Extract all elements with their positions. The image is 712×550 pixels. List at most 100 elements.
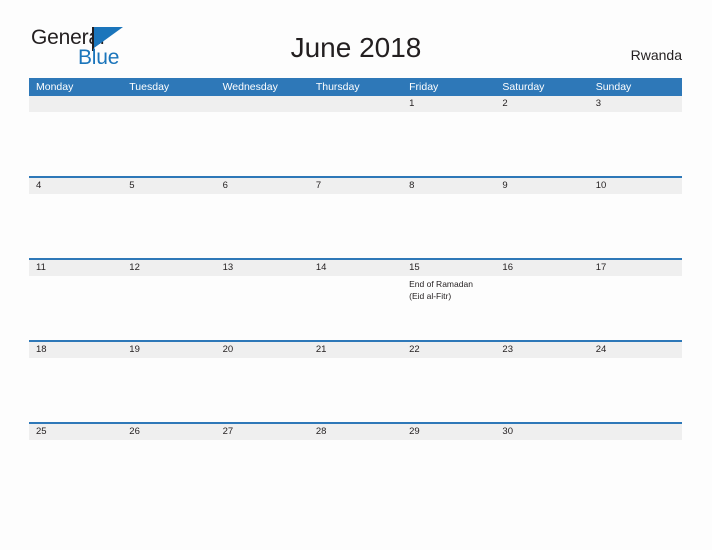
day-number[interactable]: 15: [402, 260, 495, 276]
day-cell[interactable]: [29, 358, 122, 422]
day-cell[interactable]: [495, 194, 588, 258]
day-cell[interactable]: [402, 440, 495, 504]
day-cell[interactable]: [29, 440, 122, 504]
day-number-empty: [29, 96, 122, 112]
day-number[interactable]: 26: [122, 424, 215, 440]
event-text: End of Ramadan: [409, 279, 473, 289]
day-number[interactable]: 13: [216, 260, 309, 276]
week-body-row: [29, 358, 682, 422]
day-number[interactable]: 25: [29, 424, 122, 440]
day-number[interactable]: 6: [216, 178, 309, 194]
day-number[interactable]: 8: [402, 178, 495, 194]
day-of-week-saturday: Saturday: [502, 81, 545, 93]
day-number-empty: [589, 424, 682, 440]
day-cell[interactable]: [122, 194, 215, 258]
page-header: General Blue June 2018 Rwanda: [0, 0, 712, 76]
day-cell[interactable]: [589, 276, 682, 340]
day-number-empty: [216, 96, 309, 112]
day-cell[interactable]: [122, 440, 215, 504]
calendar-weeks: 1 2 3 4 5 6 7 8 9 10 11 12 13 14 15 16 17 End of Ramadan(…: [29, 96, 682, 504]
day-number[interactable]: 21: [309, 342, 402, 358]
day-number[interactable]: 23: [495, 342, 588, 358]
day-number[interactable]: 27: [216, 424, 309, 440]
calendar-week-row: 4 5 6 7 8 9 10: [29, 176, 682, 258]
day-cell[interactable]: [309, 440, 402, 504]
day-cell[interactable]: [402, 112, 495, 176]
day-cell[interactable]: [589, 194, 682, 258]
day-number[interactable]: 18: [29, 342, 122, 358]
day-number[interactable]: 28: [309, 424, 402, 440]
event-text: (Eid al-Fitr): [409, 290, 452, 301]
day-cell[interactable]: [495, 112, 588, 176]
day-cell[interactable]: [495, 440, 588, 504]
day-number[interactable]: 5: [122, 178, 215, 194]
week-date-band: 11 12 13 14 15 16 17: [29, 258, 682, 276]
day-cell[interactable]: [122, 276, 215, 340]
day-cell[interactable]: [309, 194, 402, 258]
day-cell[interactable]: [216, 358, 309, 422]
calendar-week-row: 11 12 13 14 15 16 17 End of Ramadan (Eid al-Fitr…: [29, 258, 682, 340]
day-number[interactable]: 30: [495, 424, 588, 440]
day-of-week-sunday: Sunday: [595, 81, 632, 93]
day-cell[interactable]: [29, 112, 122, 176]
day-cell[interactable]: End of Ramadan (Eid al-Fitr): [402, 276, 495, 340]
day-cell[interactable]: [216, 112, 309, 176]
calendar-week-row: 25 26 27 28 29 30: [29, 422, 682, 504]
day-number[interactable]: 4: [29, 178, 122, 194]
day-cell[interactable]: [122, 112, 215, 176]
day-number[interactable]: 16: [495, 260, 588, 276]
day-number[interactable]: 2: [495, 96, 588, 112]
day-cell[interactable]: [216, 194, 309, 258]
day-of-week-tuesday: Tuesday: [129, 81, 170, 93]
page-title: June 2018: [290, 32, 422, 63]
day-cell[interactable]: [495, 358, 588, 422]
day-cell[interactable]: [589, 440, 682, 504]
day-number[interactable]: 9: [495, 178, 588, 194]
day-cell[interactable]: [589, 358, 682, 422]
day-number[interactable]: 1: [402, 96, 495, 112]
day-number[interactable]: 12: [122, 260, 215, 276]
day-cell[interactable]: [309, 358, 402, 422]
day-cell[interactable]: [495, 276, 588, 340]
calendar-week-row: 18 19 20 21 22 23 24: [29, 340, 682, 422]
day-of-week-thursday: Thursday: [315, 81, 360, 93]
day-of-week-monday: Monday: [36, 81, 74, 93]
week-body-row: [29, 194, 682, 258]
day-number[interactable]: 29: [402, 424, 495, 440]
day-number[interactable]: 17: [589, 260, 682, 276]
day-of-week-friday: Friday: [409, 81, 439, 93]
day-number[interactable]: 22: [402, 342, 495, 358]
day-cell[interactable]: [309, 276, 402, 340]
day-cell[interactable]: [402, 358, 495, 422]
calendar-week-row: 123: [29, 96, 682, 176]
week-body-row: [29, 440, 682, 504]
day-number-empty: [309, 96, 402, 112]
day-of-week-header-row: Monday Tuesday Wednesday Thursday Friday…: [29, 78, 682, 96]
day-cell[interactable]: [216, 276, 309, 340]
day-cell[interactable]: [29, 276, 122, 340]
day-number[interactable]: 20: [216, 342, 309, 358]
day-cell[interactable]: [216, 440, 309, 504]
day-cell[interactable]: [29, 194, 122, 258]
week-body-row: End of Ramadan (Eid al-Fitr): [29, 276, 682, 340]
week-date-band: 25 26 27 28 29 30: [29, 422, 682, 440]
day-of-week-wednesday: Wednesday: [222, 81, 278, 93]
day-number[interactable]: 19: [122, 342, 215, 358]
day-cell[interactable]: [122, 358, 215, 422]
day-number[interactable]: 10: [589, 178, 682, 194]
day-number[interactable]: 11: [29, 260, 122, 276]
day-number-empty: [122, 96, 215, 112]
calendar-table: Monday Tuesday Wednesday Thursday Friday…: [29, 78, 682, 504]
day-cell[interactable]: [402, 194, 495, 258]
day-number[interactable]: 14: [309, 260, 402, 276]
week-body-row: [29, 112, 682, 176]
week-date-band: 18 19 20 21 22 23 24: [29, 340, 682, 358]
day-number[interactable]: 3: [589, 96, 682, 112]
week-date-band: 4 5 6 7 8 9 10: [29, 176, 682, 194]
day-cell[interactable]: [309, 112, 402, 176]
calendar-page: General Blue June 2018 Rwanda Monday Tue…: [0, 0, 712, 550]
day-number[interactable]: 7: [309, 178, 402, 194]
day-number[interactable]: 24: [589, 342, 682, 358]
day-cell[interactable]: [589, 112, 682, 176]
week-date-band: 123: [29, 96, 682, 112]
